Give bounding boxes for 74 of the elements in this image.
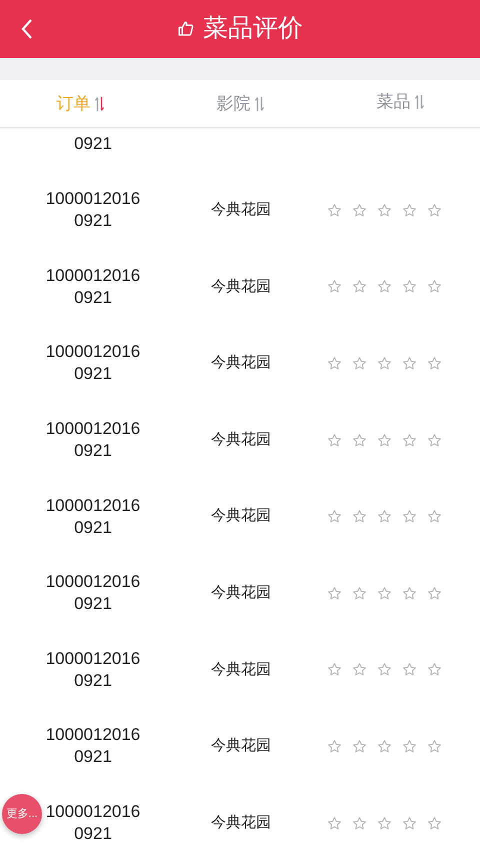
- star-icon[interactable]: [352, 202, 366, 218]
- star-icon[interactable]: [326, 738, 342, 754]
- order-number: 1000012016 0921: [46, 418, 140, 462]
- star-icon[interactable]: [402, 202, 416, 218]
- venue-name: 今典花园: [211, 276, 271, 297]
- star-icon[interactable]: [326, 509, 342, 524]
- star-icon[interactable]: [376, 432, 392, 448]
- star-icon[interactable]: [352, 432, 366, 448]
- venue-name: 今典花园: [211, 506, 271, 526]
- order-number: 1000012016 0921: [46, 648, 140, 692]
- star-icon[interactable]: [326, 356, 342, 371]
- sort-tab[interactable]: 订单: [0, 80, 160, 127]
- star-icon[interactable]: [376, 279, 392, 294]
- star-icon[interactable]: [402, 509, 416, 524]
- page-title: 菜品评价: [203, 13, 303, 44]
- sort-icon: [414, 94, 424, 110]
- star-icon[interactable]: [402, 738, 416, 754]
- star-icon[interactable]: [426, 432, 442, 448]
- order-number: 0921: [74, 133, 112, 155]
- star-icon[interactable]: [426, 738, 442, 754]
- star-icon[interactable]: [376, 202, 392, 218]
- venue-name: 今典花园: [211, 353, 271, 374]
- star-icon[interactable]: [326, 662, 342, 678]
- star-icon[interactable]: [352, 662, 366, 678]
- venue-name: 今典花园: [211, 200, 271, 220]
- star-icon[interactable]: [326, 586, 342, 601]
- venue-name: 今典花园: [211, 583, 271, 604]
- order-number: 1000012016 0921: [46, 801, 140, 846]
- star-icon[interactable]: [376, 816, 392, 831]
- star-icon[interactable]: [402, 586, 416, 601]
- star-icon[interactable]: [352, 509, 366, 524]
- star-icon[interactable]: [376, 509, 392, 524]
- more-button[interactable]: 更多...: [2, 794, 42, 834]
- star-icon[interactable]: [402, 279, 416, 294]
- venue-name: 今典花园: [211, 736, 271, 756]
- order-number: 1000012016 0921: [46, 264, 140, 309]
- star-icon[interactable]: [326, 432, 342, 448]
- star-icon[interactable]: [376, 662, 392, 678]
- star-icon[interactable]: [426, 509, 442, 524]
- star-icon[interactable]: [402, 816, 416, 831]
- star-icon[interactable]: [352, 816, 366, 831]
- star-icon[interactable]: [352, 279, 366, 294]
- star-icon[interactable]: [376, 586, 392, 601]
- star-icon[interactable]: [402, 356, 416, 371]
- back-icon[interactable]: [20, 18, 34, 40]
- venue-name: 今典花园: [211, 660, 271, 680]
- venue-name: 今典花园: [211, 812, 271, 833]
- star-icon[interactable]: [426, 816, 442, 831]
- star-icon[interactable]: [402, 432, 416, 448]
- order-number: 1000012016 0921: [46, 724, 140, 768]
- star-icon[interactable]: [376, 738, 392, 754]
- star-icon[interactable]: [326, 202, 342, 218]
- star-icon[interactable]: [326, 816, 342, 831]
- star-icon[interactable]: [426, 202, 442, 218]
- star-icon[interactable]: [402, 662, 416, 678]
- star-icon[interactable]: [426, 586, 442, 601]
- star-icon[interactable]: [326, 279, 342, 294]
- star-icon[interactable]: [352, 586, 366, 601]
- order-number: 1000012016 0921: [46, 188, 140, 232]
- sort-icon: [94, 96, 104, 112]
- sort-tab[interactable]: 菜品: [320, 76, 480, 127]
- order-number: 1000012016 0921: [46, 494, 140, 539]
- thumbs-up-icon: [177, 20, 195, 38]
- sort-tab[interactable]: 影院: [160, 80, 320, 127]
- star-icon[interactable]: [426, 279, 442, 294]
- star-icon[interactable]: [426, 356, 442, 371]
- order-number: 1000012016 0921: [46, 341, 140, 386]
- sort-icon: [254, 96, 264, 112]
- order-number: 1000012016 0921: [46, 571, 140, 616]
- star-icon[interactable]: [376, 356, 392, 371]
- star-icon[interactable]: [352, 738, 366, 754]
- venue-name: 今典花园: [211, 430, 271, 450]
- star-icon[interactable]: [426, 662, 442, 678]
- star-icon[interactable]: [352, 356, 366, 371]
